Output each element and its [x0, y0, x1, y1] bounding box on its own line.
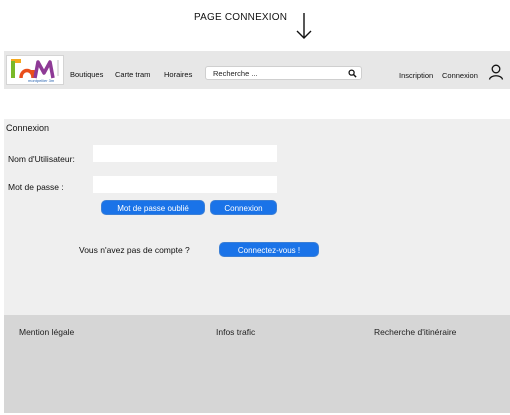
signup-button[interactable]: Connectez-vous !: [219, 242, 319, 257]
password-label: Mot de passe :: [8, 182, 64, 192]
forgot-password-button[interactable]: Mot de passe oublié: [101, 200, 205, 215]
site-footer: Mention légale Infos trafic Recherche d'…: [4, 315, 510, 413]
login-submit-button[interactable]: Connexion: [210, 200, 277, 215]
search-icon[interactable]: [348, 69, 357, 78]
login-panel: Connexion Nom d'Utilisateur: Mot de pass…: [4, 119, 510, 315]
footer-infos-trafic[interactable]: Infos trafic: [216, 327, 255, 337]
logo-subtitle: montpellier 3m: [28, 78, 55, 83]
search-input-value: Recherche ...: [213, 69, 258, 78]
page-caption: PAGE CONNEXION: [194, 12, 288, 23]
nav-boutiques[interactable]: Boutiques: [70, 70, 103, 79]
search-input[interactable]: Recherche ...: [205, 66, 362, 80]
nav-horaires[interactable]: Horaires: [164, 70, 192, 79]
footer-mention-legale[interactable]: Mention légale: [19, 327, 74, 337]
site-header: montpellier 3m Boutiques Carte tram Hora…: [4, 51, 510, 89]
username-label: Nom d'Utilisateur:: [8, 154, 75, 164]
footer-recherche-itineraire[interactable]: Recherche d'itinéraire: [374, 327, 456, 337]
connexion-link[interactable]: Connexion: [442, 71, 478, 80]
login-title: Connexion: [6, 123, 50, 133]
nav-carte-tram[interactable]: Carte tram: [115, 70, 150, 79]
inscription-link[interactable]: Inscription: [399, 71, 433, 80]
tam-logo[interactable]: montpellier 3m: [6, 55, 64, 85]
no-account-text: Vous n'avez pas de compte ?: [79, 245, 190, 255]
username-field[interactable]: [93, 145, 277, 162]
user-icon[interactable]: [488, 64, 504, 80]
password-field[interactable]: [93, 176, 277, 193]
arrow-down-icon: [296, 13, 312, 39]
